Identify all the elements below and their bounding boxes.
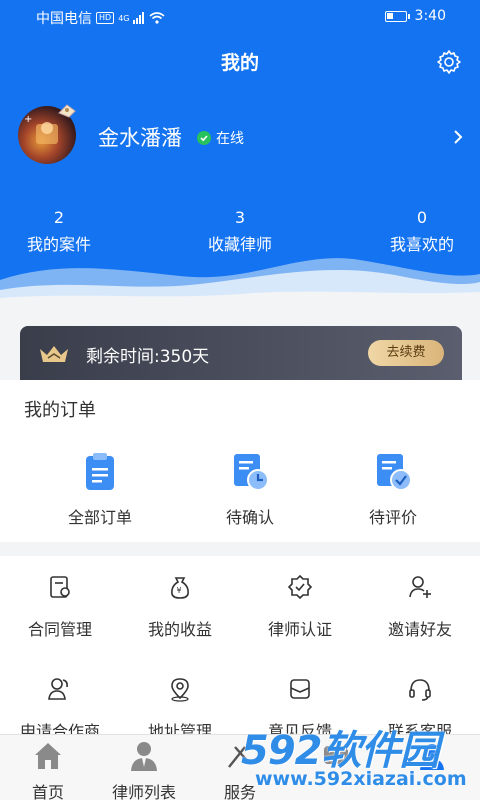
gear-icon[interactable] [435,48,463,76]
service-address[interactable]: 地址管理 [120,676,240,736]
status-bar: 中国电信 HD 4G 3:40 [0,0,480,34]
service-icon [228,746,252,768]
add-user-icon [409,576,431,598]
signal-icon [133,12,145,24]
bottom-tab-bar: 首页 律师列表 服务 [0,734,480,800]
hd-badge: HD [96,12,115,24]
section-title: 我的订单 [24,400,96,421]
service-label: 邀请好友 [387,620,452,639]
order-pending-confirm[interactable]: 待确认 [190,450,310,528]
stat-cases[interactable]: 2 我的案件 [14,208,104,255]
service-label: 合同管理 [27,620,92,639]
service-label: 我的收益 [147,620,212,639]
stat-label: 收藏律师 [207,235,272,254]
order-label: 待评价 [368,508,417,527]
crown-icon [40,346,68,362]
chevron-right-icon[interactable] [452,128,464,146]
location-icon [171,678,189,702]
tab-home[interactable]: 首页 [0,739,96,800]
page-title: 我的 [220,52,259,74]
contract-icon [50,576,70,598]
battery-icon [384,10,410,22]
profile-icon [420,744,444,770]
tab-messages[interactable] [288,739,384,779]
lawyer-icon [131,742,157,771]
order-pending-review[interactable]: 待评价 [333,450,453,528]
message-icon [324,746,348,764]
stat-likes[interactable]: 0 我喜欢的 [377,208,467,255]
service-feedback[interactable]: 意见反馈 [240,676,360,736]
profile-header: 我的 + 金水潘潘 在线 2 我的案件 3 收藏律师 0 我喜欢的 [0,0,480,330]
service-label: 律师认证 [267,620,332,639]
username: 金水潘潘 [98,126,182,150]
orders-section: 我的订单 全部订单 待确认 待评价 [0,380,480,542]
stat-value: 3 [234,208,246,227]
sticker-icon [58,104,76,118]
network-type: 4G [118,13,130,23]
partner-icon [48,678,68,700]
tab-label: 服务 [223,783,256,800]
clipboard-icon [86,453,114,490]
wifi-icon [149,12,166,24]
renew-button[interactable]: 去续费 [368,340,444,366]
remaining-time: 剩余时间:350天 [86,347,210,367]
order-label: 全部订单 [67,508,132,527]
verified-badge-icon [287,574,313,600]
stat-favorite-lawyers[interactable]: 3 收藏律师 [195,208,285,255]
tab-lawyers[interactable]: 律师列表 [96,739,192,800]
clock: 3:40 [414,8,446,24]
check-circle-icon [197,131,211,145]
tab-label: 首页 [31,783,64,800]
tab-profile[interactable] [384,739,480,779]
stat-label: 我喜欢的 [389,235,454,254]
stat-value: 0 [416,208,428,227]
order-label: 待确认 [225,508,274,527]
service-support[interactable]: 联系客服 [360,676,480,736]
services-grid: 合同管理 ¥ 我的收益 律师认证 邀请好友 申请合作商 地址管理 意见反馈 联系… [0,556,480,736]
stat-label: 我的案件 [26,235,91,254]
svg-text:¥: ¥ [177,586,182,595]
order-all[interactable]: 全部订单 [40,450,160,528]
clock-document-icon [234,454,269,491]
service-lawyer-cert[interactable]: 律师认证 [240,574,360,640]
stat-value: 2 [53,208,65,227]
service-contract[interactable]: 合同管理 [0,574,120,640]
online-status: 在线 [197,128,244,148]
check-document-icon [377,454,412,491]
carrier: 中国电信 [36,11,92,27]
svg-text:+: + [24,114,32,125]
tab-label: 律师列表 [111,783,176,800]
membership-card: 剩余时间:350天 去续费 [20,326,462,380]
service-partner[interactable]: 申请合作商 [0,676,120,736]
service-earnings[interactable]: ¥ 我的收益 [120,574,240,640]
home-icon [35,743,61,769]
headset-icon [409,679,431,701]
service-invite[interactable]: 邀请好友 [360,574,480,640]
money-bag-icon: ¥ [171,577,189,599]
feedback-icon [290,679,310,699]
status-text: 在线 [216,131,244,147]
tab-service[interactable]: 服务 [192,739,288,800]
stats-row: 2 我的案件 3 收藏律师 0 我喜欢的 [0,208,480,258]
